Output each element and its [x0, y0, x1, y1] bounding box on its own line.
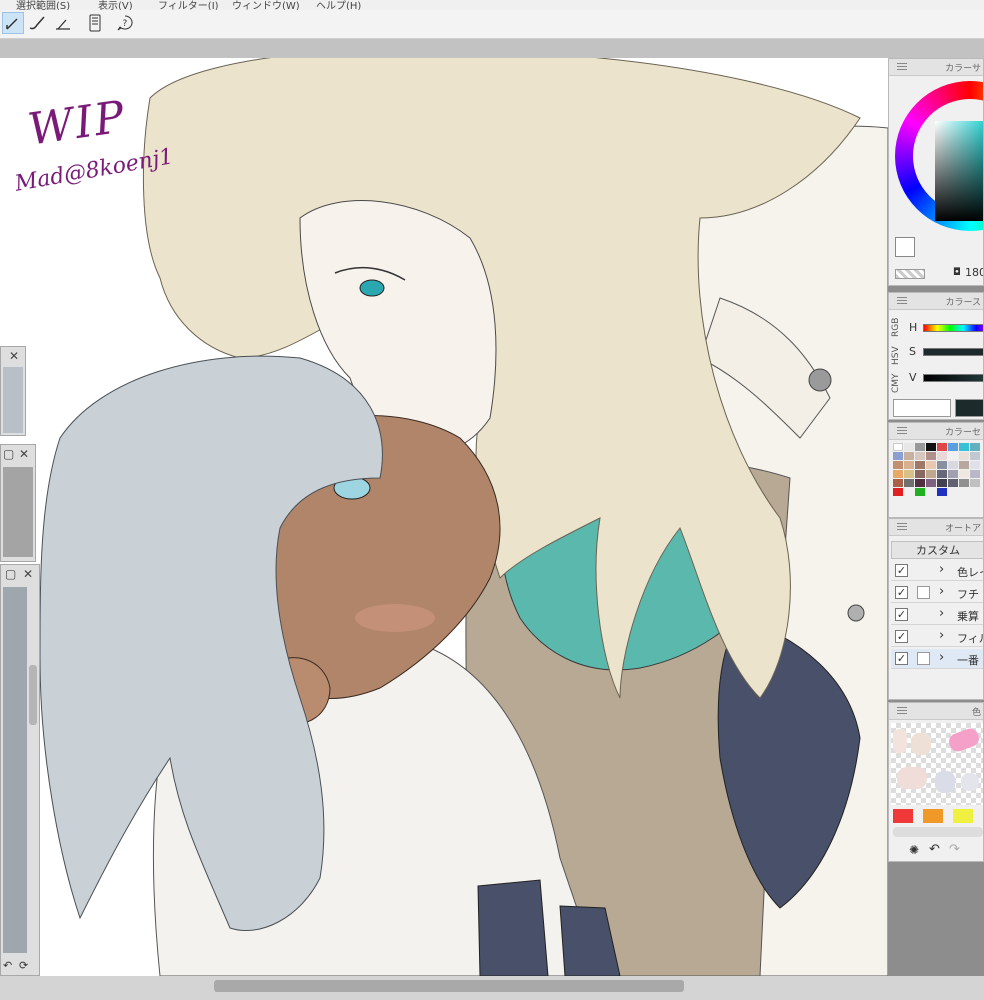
tab-cmy[interactable]: CMY [891, 373, 901, 393]
tab-hsv[interactable]: HSV [891, 346, 901, 365]
drag-grip-icon[interactable] [897, 707, 907, 714]
action-dialog-checkbox[interactable] [917, 652, 930, 665]
loading-icon[interactable]: ✺ [909, 843, 919, 857]
menu-bar: 選択範囲(S) 表示(V) フィルター(I) ウィンドウ(W) ヘルプ(H) [0, 0, 984, 10]
panel-header: カラーセ [889, 423, 983, 440]
panel-header: カラース [889, 293, 983, 310]
drag-grip-icon[interactable] [897, 297, 907, 304]
action-enabled-checkbox[interactable]: ✓ [895, 608, 908, 621]
menu-filter[interactable]: フィルター(I) [158, 0, 219, 10]
main-color-swatch[interactable] [895, 237, 915, 257]
menu-select[interactable]: 選択範囲(S) [16, 0, 70, 10]
action-enabled-checkbox[interactable]: ✓ [895, 586, 908, 599]
chevron-right-icon[interactable]: › [939, 562, 944, 577]
action-row[interactable]: ✓ › フチ [891, 583, 983, 603]
help-bubble-icon: ? [117, 15, 133, 31]
close-icon[interactable]: ✕ [19, 447, 29, 461]
drag-grip-icon[interactable] [897, 63, 907, 70]
ruler-pen-icon [56, 19, 70, 30]
drag-grip-icon[interactable] [897, 523, 907, 530]
rotate-reset-icon[interactable]: ⟳ [19, 959, 28, 972]
s-track[interactable] [923, 348, 983, 356]
chevron-right-icon[interactable]: › [939, 584, 944, 599]
left-panel-1: ✕ [0, 346, 26, 436]
chevron-right-icon[interactable]: › [939, 606, 944, 621]
auto-action-panel: オートア カスタム ✓ › 色レイ ✓ › フチ ✓ › 乗算 ✓ › フィル … [888, 518, 984, 700]
panel-header: 色 [889, 703, 983, 720]
history-swatch[interactable] [923, 809, 943, 823]
close-icon[interactable]: ✕ [23, 567, 33, 581]
tab-rgb[interactable]: RGB [891, 318, 901, 337]
current-color-swatch[interactable] [893, 399, 951, 417]
scrollbar-thumb[interactable] [214, 980, 684, 992]
rotate-left-icon[interactable]: ↶ [3, 959, 12, 972]
help-button[interactable]: ? [114, 12, 136, 34]
chevron-right-icon[interactable]: › [939, 650, 944, 665]
svg-text:?: ? [123, 19, 128, 29]
chevron-right-icon[interactable]: › [939, 628, 944, 643]
h-value-icon: ◘ [953, 267, 961, 278]
menu-window[interactable]: ウィンドウ(W) [232, 0, 300, 10]
color-slider-panel: カラース RGB HSV CMY H S V [888, 292, 984, 420]
close-icon[interactable]: ✕ [9, 349, 19, 363]
transparent-swatch[interactable] [895, 269, 925, 279]
color-history-panel: 色 ✺ ↶ ↷ [888, 702, 984, 862]
mixing-palette[interactable] [891, 723, 983, 805]
brush-icon [29, 16, 45, 30]
tool-property-bar: ? [0, 10, 984, 39]
color-swatch-grid[interactable] [893, 443, 983, 497]
action-enabled-checkbox[interactable]: ✓ [895, 564, 908, 577]
workspace-gutter [0, 39, 984, 58]
action-row-selected[interactable]: ✓ › 一番 [891, 649, 983, 669]
saturation-value-square[interactable] [935, 121, 983, 221]
action-row[interactable]: ✓ › フィル [891, 627, 983, 647]
canvas-horizontal-scrollbar[interactable] [0, 976, 984, 1000]
maximize-icon[interactable]: ▢ [3, 447, 14, 461]
history-swatch[interactable] [953, 809, 973, 823]
pen-tool-button[interactable] [2, 12, 24, 34]
previous-color-swatch[interactable] [955, 399, 983, 417]
redo-icon[interactable]: ↷ [949, 842, 960, 857]
v-track[interactable] [923, 374, 983, 382]
action-set-selector[interactable]: カスタム [891, 541, 983, 559]
brush-tool-button[interactable] [26, 12, 48, 34]
action-row[interactable]: ✓ › 色レイ [891, 561, 983, 581]
h-track[interactable] [923, 324, 983, 332]
navigator-scrollbar[interactable] [29, 665, 37, 725]
color-wheel-panel: カラーサ ◘ 180 [888, 58, 984, 286]
action-dialog-checkbox[interactable] [917, 586, 930, 599]
left-panel-2: ▢ ✕ [0, 444, 36, 562]
panel-preview [3, 367, 23, 433]
history-swatch[interactable] [893, 809, 913, 823]
menu-help[interactable]: ヘルプ(H) [316, 0, 361, 10]
undo-icon[interactable]: ↶ [929, 842, 940, 857]
tablet-mode-button[interactable] [84, 12, 106, 34]
maximize-icon[interactable]: ▢ [5, 567, 16, 581]
hue-readout: 180 [965, 266, 984, 279]
palette-scrollbar[interactable] [893, 827, 983, 837]
navigator-preview [3, 587, 27, 953]
illustration [39, 58, 888, 976]
color-set-panel: カラーセ [888, 422, 984, 518]
action-enabled-checkbox[interactable]: ✓ [895, 630, 908, 643]
device-icon [89, 14, 101, 32]
panel-header: カラーサ [889, 59, 983, 76]
left-panel-navigator: ▢ ✕ ↶ ⟳ [0, 564, 40, 976]
drawing-canvas[interactable]: WIP Mad@8koenj1 [0, 58, 888, 976]
pen-icon [6, 18, 18, 30]
action-enabled-checkbox[interactable]: ✓ [895, 652, 908, 665]
panel-header: オートア [889, 519, 983, 536]
menu-view[interactable]: 表示(V) [98, 0, 133, 10]
panel-preview [3, 467, 33, 557]
ruler-tool-button[interactable] [52, 12, 74, 34]
drag-grip-icon[interactable] [897, 427, 907, 434]
action-row[interactable]: ✓ › 乗算 [891, 605, 983, 625]
